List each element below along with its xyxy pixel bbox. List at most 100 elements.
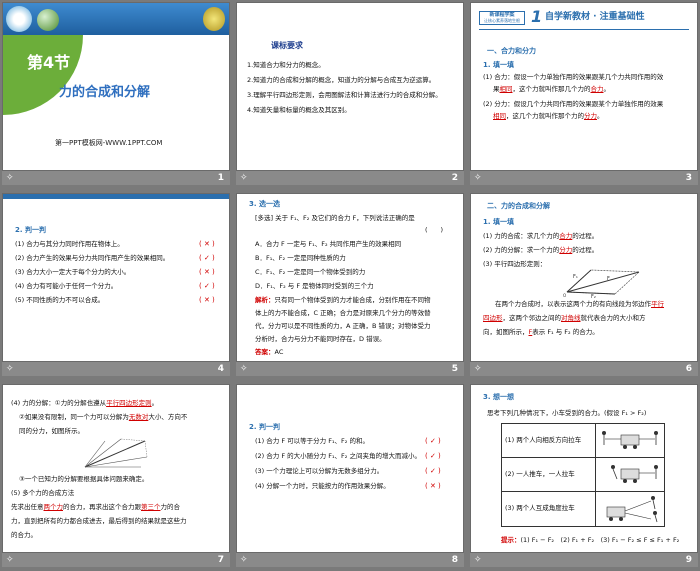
judge-heading: 2. 判一判	[15, 226, 46, 234]
slide-9[interactable]: 3. 想一想 思考下列几种情况下，小车受到的合力。(假设 F₁ > F₂) (1…	[470, 384, 698, 553]
judge-mark: ( ✓ )	[199, 254, 215, 262]
analysis-line: 代，分力可以是不同性质的力，A 正确，B 错误；对物体受力	[255, 322, 431, 330]
slide-7-strip: ✧ 7	[2, 553, 230, 567]
slide-number: 8	[451, 555, 458, 565]
analysis-line: 分析时，合力与分力不能同时存在，D 错误。	[255, 335, 386, 343]
title-underline	[479, 29, 689, 30]
s6-para1: 在两个力合成时，以表示这两个力的有向线段为邻边作平行	[495, 300, 664, 308]
judge-mark: ( ✕ )	[425, 482, 441, 490]
slide-number: 4	[217, 364, 224, 374]
slide-3[interactable]: 新课程学案 让核心素养落地生根 1 自学新教材 · 注重基础性 一、合力和分力 …	[470, 2, 698, 171]
answer-blank: 无数对	[128, 413, 149, 421]
slide-7[interactable]: (4) 力的分解：①力的分解也遵从平行四边形定则。 ②如果没有限制，同一个力可以…	[2, 384, 230, 553]
section-number: 第4节	[27, 53, 71, 72]
table-column-divider	[595, 423, 596, 527]
slide-1[interactable]: 第4节 力的合成和分解 第一PPT模板网-WWW.1PPT.COM	[2, 2, 230, 171]
slide-8[interactable]: 2. 判一判 (1) 合力 F 可以等于分力 F₁、F₂ 的和。 ( ✓ ) (…	[236, 384, 464, 553]
option-d: D．F₁、F₂ 与 F 是物体同时受到的三个力	[255, 282, 374, 290]
slide-2-heading: 课标要求	[271, 41, 303, 50]
table-divider	[501, 457, 665, 458]
s6-line3: (3) 平行四边形定则：	[483, 260, 547, 268]
slide-5-strip: ✧ 5	[236, 362, 464, 376]
s7-line2: ②如果没有限制，同一个力可以分解为无数对大小、方向不	[19, 413, 188, 421]
answer-blank: 第三个	[141, 503, 161, 511]
slide-number: 7	[217, 555, 224, 565]
slide-2[interactable]: 课标要求 1.知道合力和分力的概念。 2.知道力的合成和分解的概念，知道力的分解…	[236, 2, 464, 171]
section-heading: 二、力的合成和分解	[487, 202, 550, 210]
answer-blank: 两个力	[43, 503, 64, 511]
star-icon: ✧	[474, 555, 482, 565]
dandelion-icon	[6, 6, 32, 32]
slide-number: 3	[685, 173, 692, 183]
situation-row: (3) 两个人互成角度拉车	[505, 504, 575, 512]
situation-row: (1) 两个人向相反方向拉车	[505, 436, 582, 444]
template-footer: 第一PPT模板网-WWW.1PPT.COM	[55, 139, 163, 147]
s6-para3: 向，如图所示，F表示 F₁ 与 F₂ 的合力。	[483, 328, 599, 336]
star-icon: ✧	[474, 364, 482, 374]
slide-number: 5	[451, 364, 458, 374]
slide-8-strip: ✧ 8	[236, 553, 464, 567]
objective-1: 1.知道合力和分力的概念。	[247, 61, 325, 69]
option-a: A．合力 F 一定与 F₁、F₂ 共同作用产生的效果相同	[255, 240, 402, 248]
fig-label-F1: F₁	[573, 274, 578, 280]
think-question: 思考下列几种情况下，小车受到的合力。(假设 F₁ > F₂)	[487, 409, 647, 417]
logo-subtext: 让核心素养落地生根	[484, 18, 520, 23]
option-c: C．F₁、F₂ 一定是同一个物体受到的力	[255, 268, 366, 276]
judge-mark: ( ✕ )	[199, 240, 215, 248]
analysis-line: 解析：只有同一个物体受到的力才能合成，分别作用在不同物	[255, 296, 431, 304]
leaf-icon	[203, 7, 225, 31]
option-b: B．F₁、F₂ 一定是同种性质的力	[255, 254, 346, 262]
s7-line1: (4) 力的分解：①力的分解也遵从平行四边形定则。	[11, 399, 159, 407]
slide-4-strip: ✧ 4	[2, 362, 230, 376]
cart-angle-pull-icon	[606, 496, 658, 523]
fill-heading: 1. 填一填	[483, 218, 514, 226]
fig-label-F2: F₂	[591, 294, 596, 298]
star-icon: ✧	[6, 173, 14, 183]
judge-item: (1) 合力与其分力同时作用在物体上。	[15, 240, 124, 248]
s6-line2: (2) 力的分解：求一个力的分力的过程。	[483, 246, 599, 254]
situation-row: (2) 一人推车，一人拉车	[505, 470, 575, 478]
s3-line2: (2) 分力：假设几个力共同作用的效果跟某个力单独作用的效果	[483, 100, 664, 108]
judge-item: (1) 合力 F 可以等于分力 F₁、F₂ 的和。	[255, 437, 369, 445]
slide-number: 6	[685, 364, 692, 374]
top-accent-bar	[3, 194, 229, 199]
course-logo: 新课程学案 让核心素养落地生根	[479, 11, 525, 25]
star-icon: ✧	[240, 173, 248, 183]
s7-line6: 先求出任意两个力的合力，再求出这个合力跟第三个力的合	[11, 503, 180, 511]
judge-mark: ( ✓ )	[425, 437, 441, 445]
star-icon: ✧	[474, 173, 482, 183]
judge-item: (4) 合力有可能小于任何一个分力。	[15, 282, 118, 290]
slide-number: 9	[685, 555, 692, 565]
objective-2: 2.知道力的合成和分解的概念，知道力的分解与合成互为逆运算。	[247, 76, 436, 84]
slide-1-title: 力的合成和分解	[59, 85, 151, 100]
s6-para2: 四边形，这两个邻边之间的对角线就代表合力的大小和方	[483, 314, 646, 322]
objective-4: 4.知道矢量和标量的概念及其区别。	[247, 106, 351, 114]
slide-5[interactable]: 3. 选一选 [多选] 关于 F₁、F₂ 及它们的合力 F，下列说法正确的是 (…	[236, 193, 464, 362]
slide-4[interactable]: 2. 判一判 (1) 合力与其分力同时作用在物体上。 ( ✕ ) (2) 合力产…	[2, 193, 230, 362]
table-divider	[501, 491, 665, 492]
answer-blank: 合力	[559, 232, 573, 240]
judge-mark: ( ✓ )	[425, 452, 441, 460]
answer-blank: 合力	[590, 85, 604, 93]
answer-blank: 四边形	[483, 314, 503, 322]
s3-line2b: 相同，这几个力就叫作那个力的分力。	[493, 112, 604, 120]
judge-item: (3) 一个力理论上可以分解为无数多组分力。	[255, 467, 384, 475]
star-icon: ✧	[6, 364, 14, 374]
slide-1-green-arc	[3, 35, 83, 115]
slide-6[interactable]: 二、力的合成和分解 1. 填一填 (1) 力的合成：求几个力的合力的过程。 (2…	[470, 193, 698, 362]
answer-blank: 平行四边形定则	[106, 399, 152, 407]
slide-number: 1	[217, 173, 224, 183]
fill-heading: 1. 填一填	[483, 61, 514, 69]
star-icon: ✧	[240, 555, 248, 565]
judge-item: (5) 不同性质的力不可以合成。	[15, 296, 105, 304]
judge-mark: ( ✓ )	[425, 467, 441, 475]
slide-3-strip: ✧ 3	[470, 171, 698, 185]
choice-paren: ( )	[425, 226, 444, 234]
s6-line1: (1) 力的合成：求几个力的合力的过程。	[483, 232, 599, 240]
s7-line7: 力，直到把所有的力都合成进去，最后得到的结果就是这些力	[11, 517, 187, 525]
s7-line8: 的合力。	[11, 531, 37, 539]
cart-push-pull-icon	[611, 465, 658, 483]
answer-blank: 相同	[493, 112, 506, 120]
answer-blank: 分力	[584, 112, 597, 120]
section-heading: 一、合力和分力	[487, 47, 536, 55]
